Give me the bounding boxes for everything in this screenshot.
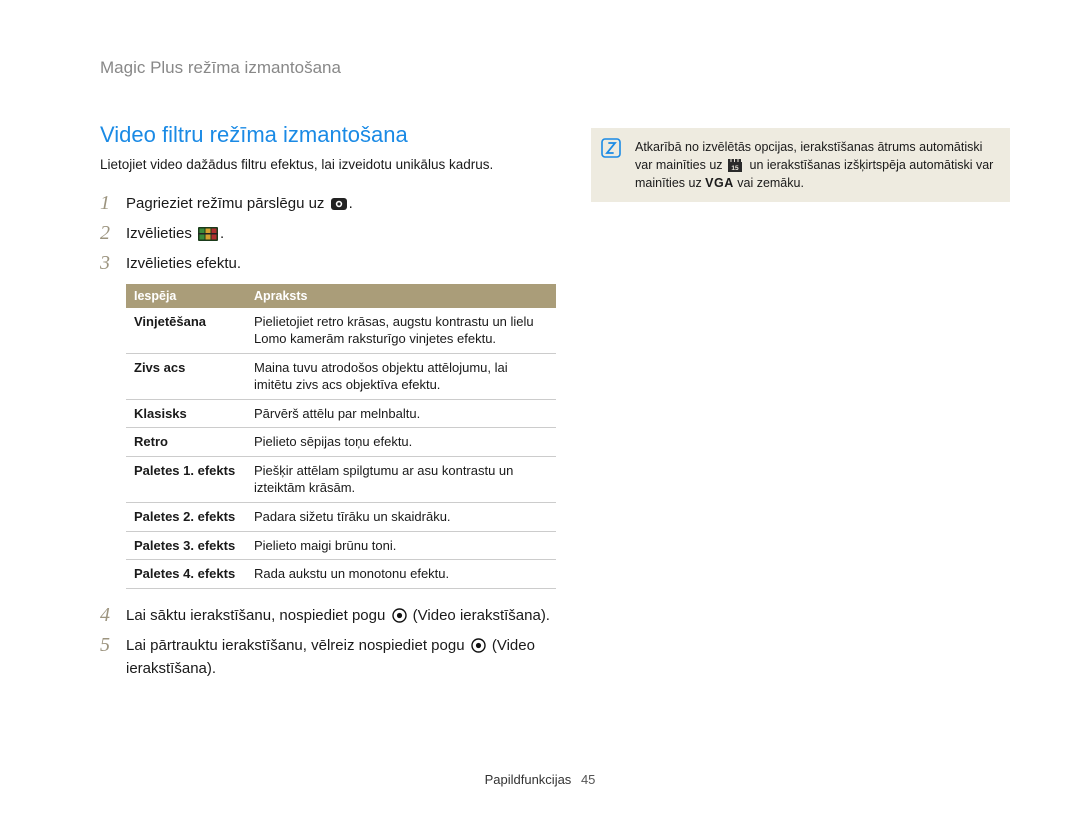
step-number: 4 bbox=[100, 603, 126, 627]
footer-label: Papildfunkcijas bbox=[485, 772, 572, 787]
effect-desc: Piešķir attēlam spilgtumu ar asu kontras… bbox=[246, 456, 556, 502]
effect-name: Paletes 2. efekts bbox=[126, 503, 246, 532]
effect-desc: Pielieto maigi brūnu toni. bbox=[246, 531, 556, 560]
table-row: Paletes 2. efektsPadara sižetu tīrāku un… bbox=[126, 503, 556, 532]
vga-label: VGA bbox=[705, 176, 734, 190]
note-text: Atkarībā no izvēlētās opcijas, ierakstīš… bbox=[635, 140, 993, 190]
framerate-icon: 15 bbox=[728, 159, 744, 173]
effect-name: Zivs acs bbox=[126, 353, 246, 399]
steps-list-cont: 4 Lai sāktu ierakstīšanu, nospiediet pog… bbox=[100, 603, 555, 681]
table-row: Paletes 1. efektsPiešķir attēlam spilgtu… bbox=[126, 456, 556, 502]
record-button-icon bbox=[392, 608, 407, 623]
record-button-icon bbox=[471, 638, 486, 653]
effect-desc: Pārvērš attēlu par melnbaltu. bbox=[246, 399, 556, 428]
page-title: Video filtru režīma izmantošana bbox=[100, 122, 555, 148]
step-number: 3 bbox=[100, 251, 126, 275]
effect-desc: Rada aukstu un monotonu efektu. bbox=[246, 560, 556, 589]
effect-desc: Padara sižetu tīrāku un skaidrāku. bbox=[246, 503, 556, 532]
effect-name: Vinjetēšana bbox=[126, 308, 246, 354]
table-row: Paletes 4. efektsRada aukstu un monotonu… bbox=[126, 560, 556, 589]
info-icon bbox=[601, 138, 621, 158]
step-text: Pagrieziet režīmu pārslēgu uz . bbox=[126, 191, 555, 215]
table-row: Paletes 3. efektsPielieto maigi brūnu to… bbox=[126, 531, 556, 560]
effect-name: Paletes 4. efekts bbox=[126, 560, 246, 589]
table-header-option: Iespēja bbox=[126, 284, 246, 308]
effect-desc: Pielieto sēpijas toņu efektu. bbox=[246, 428, 556, 457]
step-number: 5 bbox=[100, 633, 126, 657]
effect-desc: Pielietojiet retro krāsas, augstu kontra… bbox=[246, 308, 556, 354]
step-number: 1 bbox=[100, 191, 126, 215]
page-footer: Papildfunkcijas 45 bbox=[0, 772, 1080, 787]
effect-name: Retro bbox=[126, 428, 246, 457]
step-text: Lai pārtrauktu ierakstīšanu, vēlreiz nos… bbox=[126, 633, 555, 681]
step-number: 2 bbox=[100, 221, 126, 245]
intro-text: Lietojiet video dažādus filtru efektus, … bbox=[100, 156, 555, 175]
step-text: Lai sāktu ierakstīšanu, nospiediet pogu … bbox=[126, 603, 555, 627]
effect-name: Klasisks bbox=[126, 399, 246, 428]
filter-mode-icon bbox=[198, 227, 218, 241]
table-row: RetroPielieto sēpijas toņu efektu. bbox=[126, 428, 556, 457]
step-text: Izvēlieties efektu. bbox=[126, 251, 555, 275]
steps-list: 1 Pagrieziet režīmu pārslēgu uz . 2 Izvē… bbox=[100, 191, 555, 276]
table-row: VinjetēšanaPielietojiet retro krāsas, au… bbox=[126, 308, 556, 354]
note-box: Atkarībā no izvēlētās opcijas, ierakstīš… bbox=[591, 128, 1010, 202]
effect-desc: Maina tuvu atrodošos objektu attēlojumu,… bbox=[246, 353, 556, 399]
effects-table: Iespēja Apraksts VinjetēšanaPielietojiet… bbox=[126, 284, 556, 589]
effect-name: Paletes 1. efekts bbox=[126, 456, 246, 502]
effect-name: Paletes 3. efekts bbox=[126, 531, 246, 560]
step-text: Izvēlieties . bbox=[126, 221, 555, 245]
table-row: KlasisksPārvērš attēlu par melnbaltu. bbox=[126, 399, 556, 428]
table-row: Zivs acsMaina tuvu atrodošos objektu att… bbox=[126, 353, 556, 399]
table-header-desc: Apraksts bbox=[246, 284, 556, 308]
breadcrumb: Magic Plus režīma izmantošana bbox=[100, 58, 1010, 78]
mode-dial-icon bbox=[331, 197, 347, 211]
page-number: 45 bbox=[581, 772, 595, 787]
svg-text:15: 15 bbox=[731, 165, 739, 172]
